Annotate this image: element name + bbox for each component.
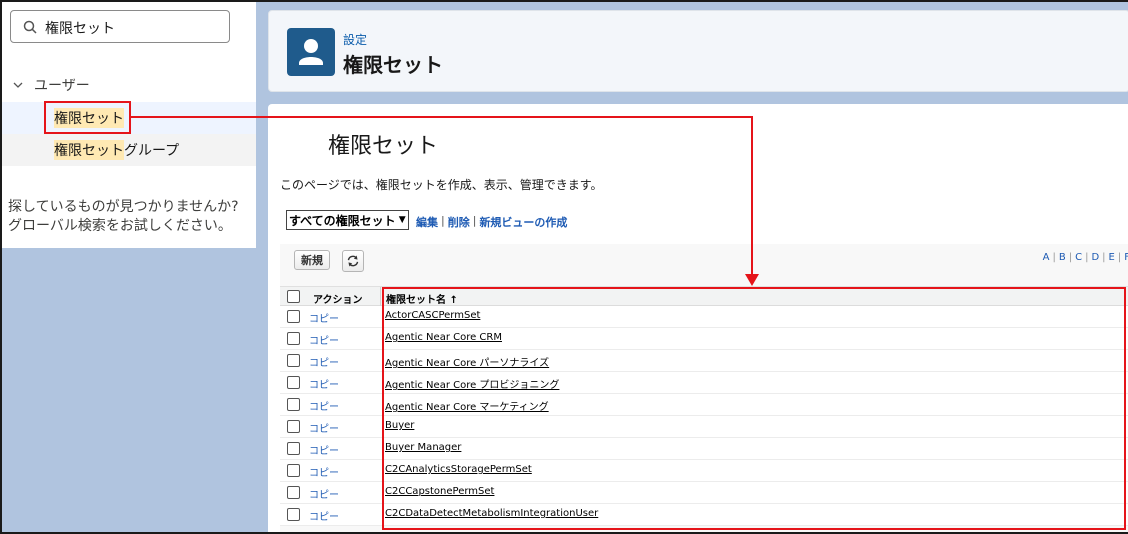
tree-node-label: ユーザー (34, 78, 90, 94)
tree-node-users[interactable]: ユーザー (12, 74, 90, 96)
select-all-checkbox[interactable] (287, 290, 300, 303)
page-title: 権限セット (343, 53, 443, 77)
copy-link[interactable]: コピー (309, 376, 339, 391)
alpha-filter-b[interactable]: B (1059, 252, 1066, 263)
callout-connector-vertical (751, 116, 753, 276)
column-divider (380, 287, 381, 307)
chevron-down-icon (13, 82, 23, 88)
callout-box-table (382, 287, 1126, 530)
sidebar-item-label-rest: グループ (124, 143, 180, 159)
row-checkbox[interactable] (287, 508, 300, 521)
quick-find-search-box[interactable]: 権限セット (10, 10, 230, 43)
copy-link[interactable]: コピー (309, 354, 339, 369)
search-input[interactable]: 権限セット (45, 18, 115, 38)
view-select-value: すべての権限セット (289, 213, 396, 228)
dropdown-caret-icon: ▼ (398, 215, 406, 225)
link-separator: | (472, 214, 477, 227)
delete-view-link[interactable]: 削除 (448, 214, 470, 230)
row-checkbox[interactable] (287, 332, 300, 345)
callout-arrow-icon (745, 274, 759, 286)
copy-link[interactable]: コピー (309, 420, 339, 435)
user-icon (287, 28, 335, 76)
setup-sidebar: 権限セット ユーザー 権限セット 権限セット グループ 探しているものが見つかりま… (2, 2, 256, 532)
copy-link[interactable]: コピー (309, 508, 339, 523)
alpha-filter-f[interactable]: F (1124, 252, 1128, 263)
row-checkbox[interactable] (287, 464, 300, 477)
copy-link[interactable]: コピー (309, 310, 339, 325)
alpha-filter-a[interactable]: A (1043, 252, 1050, 263)
alpha-filter-e[interactable]: E (1109, 252, 1115, 263)
refresh-button[interactable] (342, 250, 364, 272)
edit-view-link[interactable]: 編集 (416, 214, 438, 230)
row-checkbox[interactable] (287, 398, 300, 411)
alpha-filter-c[interactable]: C (1075, 252, 1082, 263)
copy-link[interactable]: コピー (309, 442, 339, 457)
create-new-view-link[interactable]: 新規ビューの作成 (479, 214, 567, 230)
copy-link[interactable]: コピー (309, 464, 339, 479)
row-checkbox[interactable] (287, 442, 300, 455)
alpha-filter-d[interactable]: D (1091, 252, 1099, 263)
row-checkbox[interactable] (287, 310, 300, 323)
page-description: このページでは、権限セットを作成、表示、管理できます。 (280, 178, 603, 192)
not-found-message: 探しているものが見つかりませんか? グローバル検索をお試しください。 (8, 198, 239, 236)
content-title: 権限セット (328, 134, 439, 159)
row-checkbox[interactable] (287, 420, 300, 433)
row-checkbox[interactable] (287, 486, 300, 499)
copy-link[interactable]: コピー (309, 486, 339, 501)
new-button[interactable]: 新規 (294, 250, 330, 270)
search-match-highlight: 権限セット (54, 140, 124, 160)
view-select[interactable]: すべての権限セット ▼ (286, 210, 409, 230)
copy-link[interactable]: コピー (309, 332, 339, 347)
search-icon (23, 20, 37, 34)
breadcrumb[interactable]: 設定 (343, 31, 367, 48)
row-checkbox[interactable] (287, 354, 300, 367)
view-links: 編集 | 削除 | 新規ビューの作成 (416, 214, 567, 230)
row-checkbox[interactable] (287, 376, 300, 389)
not-found-line-2: グローバル検索をお試しください。 (8, 218, 232, 234)
column-header-action: アクション (313, 295, 363, 306)
alphabet-filter: A | B | C | D | E | F (1042, 252, 1128, 263)
link-separator: | (441, 214, 445, 227)
refresh-icon (347, 255, 359, 267)
not-found-line-1: 探しているものが見つかりませんか? (8, 199, 239, 215)
callout-connector-horizontal (131, 116, 753, 118)
callout-box-sidebar (44, 101, 131, 134)
sidebar-item-permission-set-groups[interactable]: 権限セット グループ (2, 134, 256, 166)
copy-link[interactable]: コピー (309, 398, 339, 413)
page-header: 設定 権限セット (268, 10, 1128, 92)
